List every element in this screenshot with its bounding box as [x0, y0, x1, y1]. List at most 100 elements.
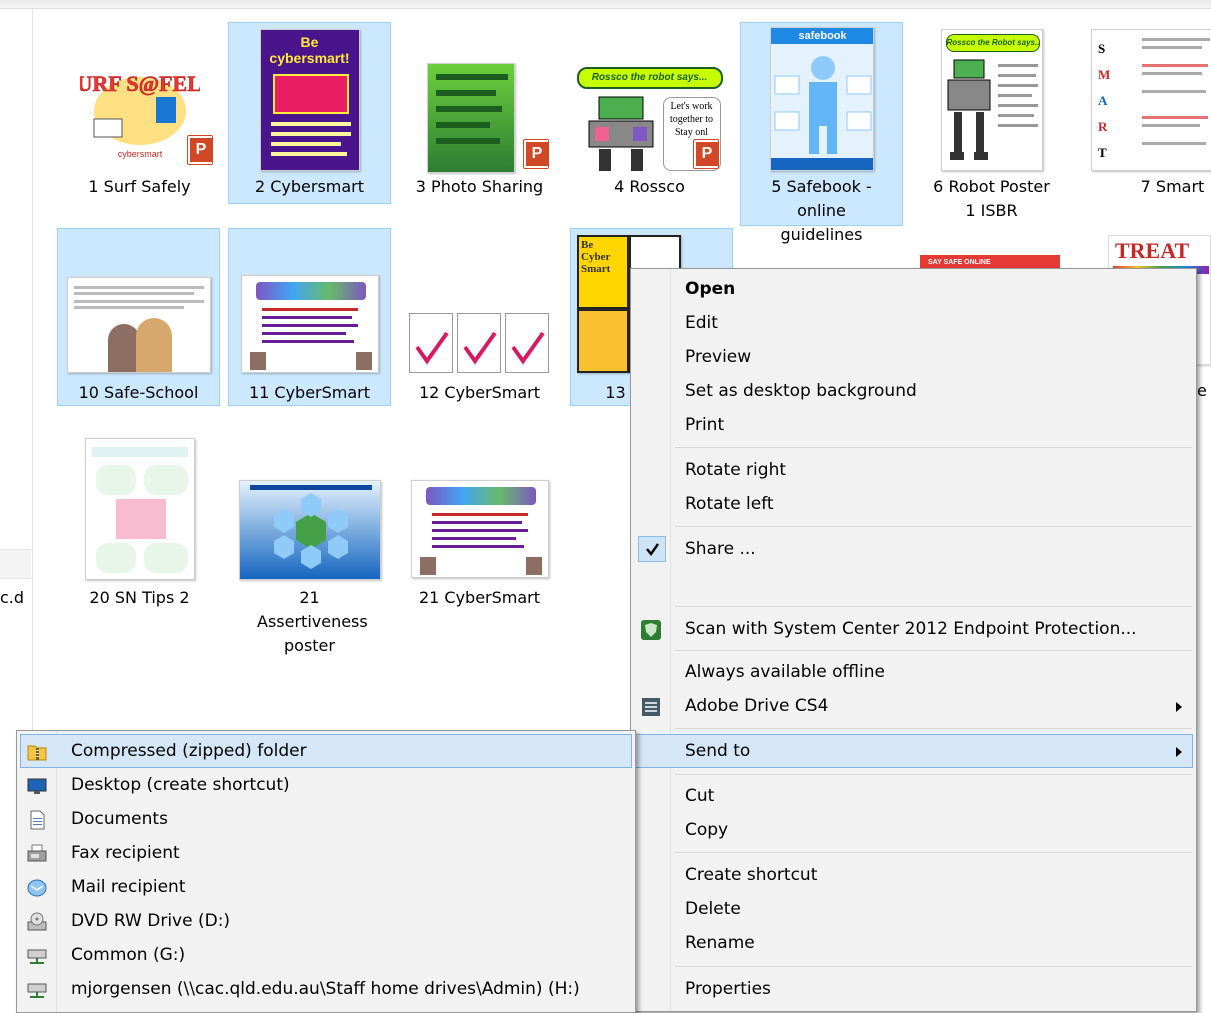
menu-item-label: Rename: [685, 933, 755, 953]
file-tile-cybersmart[interactable]: Be cybersmart! 2 Cybersmart: [228, 22, 391, 204]
menu-item-send-to[interactable]: Send to: [634, 734, 1193, 768]
menu-item-copy[interactable]: Copy: [634, 813, 1193, 847]
file-name: 4 Rossco: [614, 177, 685, 196]
partial-file-name: e: [1197, 381, 1207, 400]
file-tile-sn-tips[interactable]: 20 SN Tips 2: [58, 433, 221, 613]
network-drive-icon: [27, 946, 47, 966]
file-tile-rossco[interactable]: Rossco the robot says... Let's work toge…: [568, 22, 731, 204]
thumb-title: SURF S@FELY: [80, 71, 200, 96]
send-to-dvd-drive[interactable]: DVD RW Drive (D:): [20, 904, 632, 938]
menu-item-label: Documents: [71, 809, 168, 829]
file-name: 21 CyberSmart: [418, 588, 541, 607]
file-tile-smart[interactable]: S M A R T 7 Smart: [1082, 22, 1211, 204]
thumbnail: [238, 480, 381, 580]
file-tile-surf-safely[interactable]: SURF S@FELY cybersmart P 1 Surf Safely: [58, 22, 221, 204]
menu-item-label: Always available offline: [685, 662, 885, 682]
menu-item-label: Mail recipient: [71, 877, 186, 897]
send-to-fax-recipient[interactable]: Fax recipient: [20, 836, 632, 870]
smart-letter-s: S: [1098, 41, 1106, 56]
menu-item-label: Copy: [685, 820, 729, 840]
file-tile-safe-school[interactable]: 10 Safe-School: [57, 228, 220, 406]
hexagon-artwork: [273, 493, 348, 569]
menu-item-preview[interactable]: Preview: [634, 340, 1193, 374]
menu-item-always-available-offline[interactable]: Always available offline: [634, 655, 1193, 689]
file-tile-photo-sharing[interactable]: P 3 Photo Sharing: [398, 22, 561, 204]
thumbnail: [240, 275, 379, 373]
menu-item-label: Cut: [685, 786, 715, 806]
checkmarks-artwork: [414, 331, 545, 365]
file-tile-safebook[interactable]: safebook 5 Safebook - online guidelines: [740, 22, 903, 244]
powerpoint-icon: P: [523, 139, 549, 169]
menu-item-label: Fax recipient: [71, 843, 180, 863]
menu-item-delete[interactable]: Delete: [634, 892, 1193, 926]
send-to-common-drive[interactable]: Common (G:): [20, 938, 632, 972]
menu-item-label: Share ...: [685, 539, 756, 559]
thumbnail: safebook: [769, 27, 874, 171]
explorer-top-bar: [0, 0, 1211, 9]
powerpoint-icon: P: [187, 135, 213, 165]
send-to-mail-recipient[interactable]: Mail recipient: [20, 870, 632, 904]
menu-item-label: Properties: [685, 979, 771, 999]
powerpoint-icon: P: [693, 139, 719, 169]
menu-item-cut[interactable]: Cut: [634, 779, 1193, 813]
smart-letter-t: T: [1098, 145, 1107, 160]
dvd-drive-icon: [27, 912, 47, 932]
file-tile-cybersmart-11[interactable]: 11 CyberSmart: [228, 228, 391, 406]
menu-item-print[interactable]: Print: [634, 408, 1193, 442]
file-tile-cybersmart-21[interactable]: 21 CyberSmart: [398, 433, 561, 613]
menu-item-share[interactable]: Share ...: [634, 532, 1193, 566]
file-name: 20 SN Tips 2: [89, 588, 190, 607]
thumb-title: Be Cyber Smart: [579, 237, 627, 307]
menu-item-label: Open: [685, 279, 736, 299]
menu-item-set-desktop-background[interactable]: Set as desktop background: [634, 374, 1193, 408]
file-name: 12 CyberSmart: [418, 383, 541, 402]
thumbnail: SURF S@FELY cybersmart: [80, 63, 200, 163]
file-name: 2 Cybersmart: [254, 177, 365, 196]
menu-item-rotate-left[interactable]: Rotate left: [634, 487, 1193, 521]
smart-letter-a: A: [1098, 93, 1108, 108]
menu-item-label: Adobe Drive CS4: [685, 696, 829, 716]
fax-icon: [27, 844, 47, 864]
safebook-figure: [770, 56, 873, 170]
mail-icon: [27, 878, 47, 898]
menu-item-edit[interactable]: Edit: [634, 306, 1193, 340]
menu-item-create-shortcut[interactable]: Create shortcut: [634, 858, 1193, 892]
menu-item-label: Common (G:): [71, 945, 186, 965]
menu-item-rename[interactable]: Rename: [634, 926, 1193, 960]
submenu-arrow-icon: [1176, 747, 1182, 757]
check-icon: [638, 536, 666, 562]
thumbnail: Rossco the Robot says...: [940, 29, 1043, 171]
send-to-compressed-folder[interactable]: Compressed (zipped) folder: [20, 734, 632, 768]
menu-item-label: Rotate left: [685, 494, 774, 514]
thumb-title: Be cybersmart!: [269, 34, 350, 66]
menu-item-label: Compressed (zipped) folder: [71, 741, 307, 761]
file-tile-robot-poster[interactable]: Rossco the Robot says... 6 Robot Poster …: [910, 22, 1073, 226]
menu-item-blank[interactable]: [634, 566, 1193, 600]
file-tile-assertiveness[interactable]: 21 Assertiveness poster: [228, 433, 391, 655]
menu-item-rotate-right[interactable]: Rotate right: [634, 453, 1193, 487]
file-name: 3 Photo Sharing: [415, 177, 544, 196]
navigation-pane-item[interactable]: [0, 549, 31, 579]
thumbnail: [410, 480, 549, 578]
robot-artwork: [588, 96, 653, 171]
robot-artwork: [947, 59, 990, 160]
thumb-title: Rossco the robot says...: [576, 67, 723, 89]
send-to-desktop[interactable]: Desktop (create shortcut): [20, 768, 632, 802]
menu-item-label: Edit: [685, 313, 718, 333]
menu-separator: [675, 966, 1192, 967]
documents-icon: [27, 810, 47, 830]
send-to-home-drive[interactable]: mjorgensen (\\cac.qld.edu.au\Staff home …: [20, 972, 632, 1006]
file-name: 6 Robot Poster 1 ISBR: [933, 177, 1050, 220]
menu-item-adobe-drive[interactable]: Adobe Drive CS4: [634, 689, 1193, 723]
context-menu: Open Edit Preview Set as desktop backgro…: [630, 268, 1197, 1012]
thumbnail: [66, 277, 211, 373]
menu-separator: [675, 526, 1192, 527]
menu-item-open[interactable]: Open: [634, 272, 1193, 306]
menu-item-properties[interactable]: Properties: [634, 972, 1193, 1006]
send-to-documents[interactable]: Documents: [20, 802, 632, 836]
file-tile-cybersmart-12[interactable]: 12 CyberSmart: [398, 228, 561, 406]
svg-text:cybersmart: cybersmart: [117, 149, 162, 159]
menu-separator: [675, 606, 1192, 607]
menu-item-label: Create shortcut: [685, 865, 818, 885]
menu-item-scan-endpoint-protection[interactable]: Scan with System Center 2012 Endpoint Pr…: [634, 612, 1193, 646]
